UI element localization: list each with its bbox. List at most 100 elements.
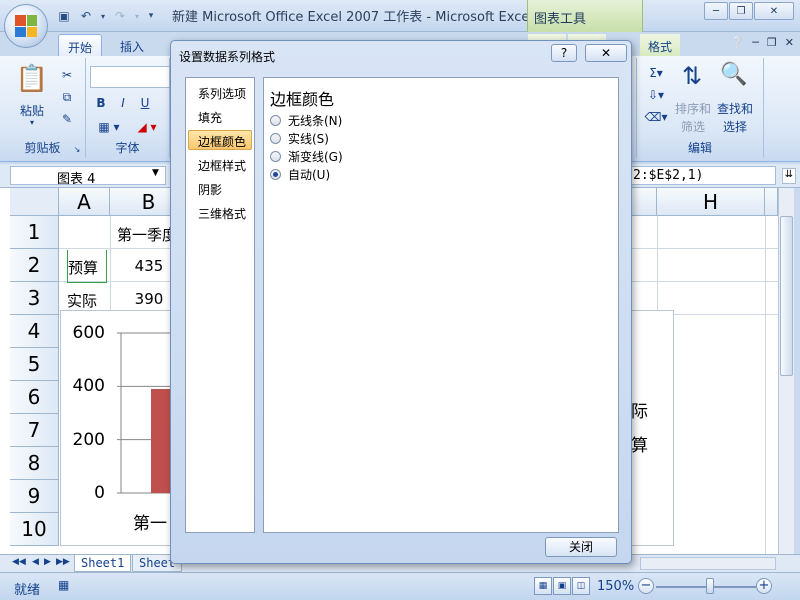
dialog-title: 设置数据系列格式 — [179, 50, 276, 64]
binoculars-icon[interactable]: 🔍 — [719, 62, 749, 87]
nav-shadow[interactable]: 阴影 — [188, 178, 252, 198]
tab-home[interactable]: 开始 — [58, 34, 102, 56]
radio-automatic[interactable]: 自动(U) — [270, 166, 330, 182]
first-sheet-icon[interactable]: ◀◀ — [12, 557, 26, 567]
find-select-label-2[interactable]: 选择 — [713, 118, 757, 135]
row-header-8[interactable]: 8 — [10, 447, 59, 480]
zoom-in-button[interactable]: + — [756, 578, 772, 594]
restore-button[interactable]: ❐ — [729, 2, 753, 20]
font-name-box[interactable] — [90, 66, 170, 88]
ribbon-close-icon[interactable]: ✕ — [785, 36, 794, 49]
cut-icon[interactable]: ✂ — [58, 66, 76, 84]
fill-color-icon[interactable]: ◢ ▾ — [130, 118, 164, 136]
select-all-corner[interactable] — [10, 188, 59, 216]
row-header-5[interactable]: 5 — [10, 348, 59, 381]
undo-dropdown-icon[interactable]: ▾ — [98, 7, 108, 25]
redo-icon[interactable]: ↷ — [110, 7, 130, 25]
row-header-3[interactable]: 3 — [10, 282, 59, 315]
vertical-scrollbar[interactable] — [778, 188, 794, 554]
formula-input[interactable]: 2:$E$2,1) — [630, 166, 776, 185]
last-sheet-icon[interactable]: ▶▶ — [56, 557, 70, 567]
row-header-1[interactable]: 1 — [10, 216, 59, 249]
dialog-category-list: 系列选项 填充 边框颜色 边框样式 阴影 三维格式 — [185, 77, 255, 533]
sort-filter-icon[interactable]: ⇅ — [677, 62, 707, 90]
customize-qat-icon[interactable]: ▾ — [144, 7, 158, 25]
zoom-out-button[interactable]: − — [638, 578, 654, 594]
minimize-button[interactable]: ─ — [704, 2, 728, 20]
ribbon-restore-icon[interactable]: ❐ — [767, 36, 777, 49]
radio-gradient-line[interactable]: 渐变线(G) — [270, 148, 343, 164]
clipboard-launcher-icon[interactable]: ↘ — [68, 140, 86, 158]
dialog-help-button[interactable]: ? — [551, 44, 577, 62]
bold-button[interactable]: B — [92, 94, 110, 112]
sort-filter-label-2[interactable]: 筛选 — [671, 118, 715, 135]
underline-button[interactable]: U — [136, 94, 154, 112]
row-header-9[interactable]: 9 — [10, 480, 59, 513]
formula-expand-icon[interactable]: ⇊ — [782, 168, 796, 184]
tab-insert[interactable]: 插入 — [110, 34, 154, 56]
next-sheet-icon[interactable]: ▶ — [44, 557, 51, 567]
row-header-4[interactable]: 4 — [10, 315, 59, 348]
tab-format[interactable]: 格式 — [640, 34, 680, 56]
radio-button[interactable] — [270, 114, 281, 126]
horizontal-scrollbar[interactable] — [640, 557, 776, 570]
italic-button[interactable]: I — [114, 94, 132, 112]
editing-group-label: 编辑 — [687, 141, 712, 155]
zoom-level[interactable]: 150% — [597, 579, 634, 594]
borders-icon[interactable]: ▦ ▾ — [92, 118, 126, 136]
grid-line — [765, 216, 766, 554]
nav-series-options[interactable]: 系列选项 — [188, 82, 252, 102]
redo-dropdown-icon[interactable]: ▾ — [132, 7, 142, 25]
column-header-a[interactable]: A — [59, 188, 110, 216]
autosum-button[interactable]: Σ ▾ — [643, 64, 669, 82]
radio-button[interactable] — [270, 150, 281, 162]
office-button[interactable] — [4, 4, 48, 48]
sheet-tab-sheet1[interactable]: Sheet1 — [74, 555, 132, 572]
normal-view-button[interactable]: ▦ — [534, 577, 552, 595]
paste-icon[interactable]: 📋 — [14, 64, 50, 100]
clear-icon[interactable]: ⌫▾ — [643, 108, 669, 126]
format-painter-icon[interactable]: ✎ — [58, 110, 76, 128]
page-break-view-button[interactable]: ◫ — [572, 577, 590, 595]
radio-no-line[interactable]: 无线条(N) — [270, 112, 342, 128]
dialog-close-x-button[interactable]: ✕ — [585, 44, 627, 62]
row-header-6[interactable]: 6 — [10, 381, 59, 414]
vertical-scroll-thumb[interactable] — [780, 216, 793, 376]
undo-icon[interactable]: ↶ — [76, 7, 96, 25]
dialog-close-button[interactable]: 关闭 — [545, 537, 617, 557]
paste-dropdown-icon[interactable]: ▾ — [26, 118, 38, 127]
paste-button[interactable]: 粘贴 — [8, 102, 56, 119]
sort-filter-label[interactable]: 排序和 — [671, 100, 715, 117]
radio-solid-line[interactable]: 实线(S) — [270, 130, 329, 146]
column-header-h[interactable]: H — [657, 188, 765, 216]
find-select-label[interactable]: 查找和 — [713, 100, 757, 117]
macro-record-icon[interactable]: ▦ — [58, 578, 69, 592]
name-box-dropdown-icon[interactable]: ▼ — [152, 168, 159, 178]
nav-3d-format[interactable]: 三维格式 — [188, 202, 252, 222]
row-header-7[interactable]: 7 — [10, 414, 59, 447]
legend-entry-fragment: 际 — [631, 402, 648, 422]
zoom-slider-thumb[interactable] — [706, 578, 714, 594]
help-icon[interactable]: ❔ — [731, 36, 745, 49]
cell-a2[interactable]: 预算 — [67, 250, 107, 283]
row-header-10[interactable]: 10 — [10, 513, 59, 546]
name-box[interactable]: 图表 4 — [10, 166, 166, 187]
page-layout-view-button[interactable]: ▣ — [553, 577, 571, 595]
nav-border-style[interactable]: 边框样式 — [188, 154, 252, 174]
close-window-button[interactable]: ✕ — [754, 2, 794, 20]
fill-down-icon[interactable]: ⇩▾ — [643, 86, 669, 104]
radio-label: 无线条(N) — [288, 113, 343, 128]
prev-sheet-icon[interactable]: ◀ — [32, 557, 39, 567]
ribbon-minimize-icon[interactable]: ─ — [752, 36, 759, 49]
row-header-2[interactable]: 2 — [10, 249, 59, 282]
nav-border-color[interactable]: 边框颜色 — [188, 130, 252, 150]
nav-fill[interactable]: 填充 — [188, 106, 252, 126]
radio-button-checked[interactable] — [270, 168, 281, 180]
copy-icon[interactable]: ⧉ — [58, 88, 76, 106]
column-header-g[interactable] — [632, 188, 657, 216]
radio-button[interactable] — [270, 132, 281, 144]
column-header-i[interactable] — [765, 188, 778, 216]
legend-entry-fragment: 算 — [631, 436, 648, 456]
save-icon[interactable]: ▣ — [54, 7, 74, 25]
cell-b1[interactable]: 第一季度 — [117, 217, 177, 250]
